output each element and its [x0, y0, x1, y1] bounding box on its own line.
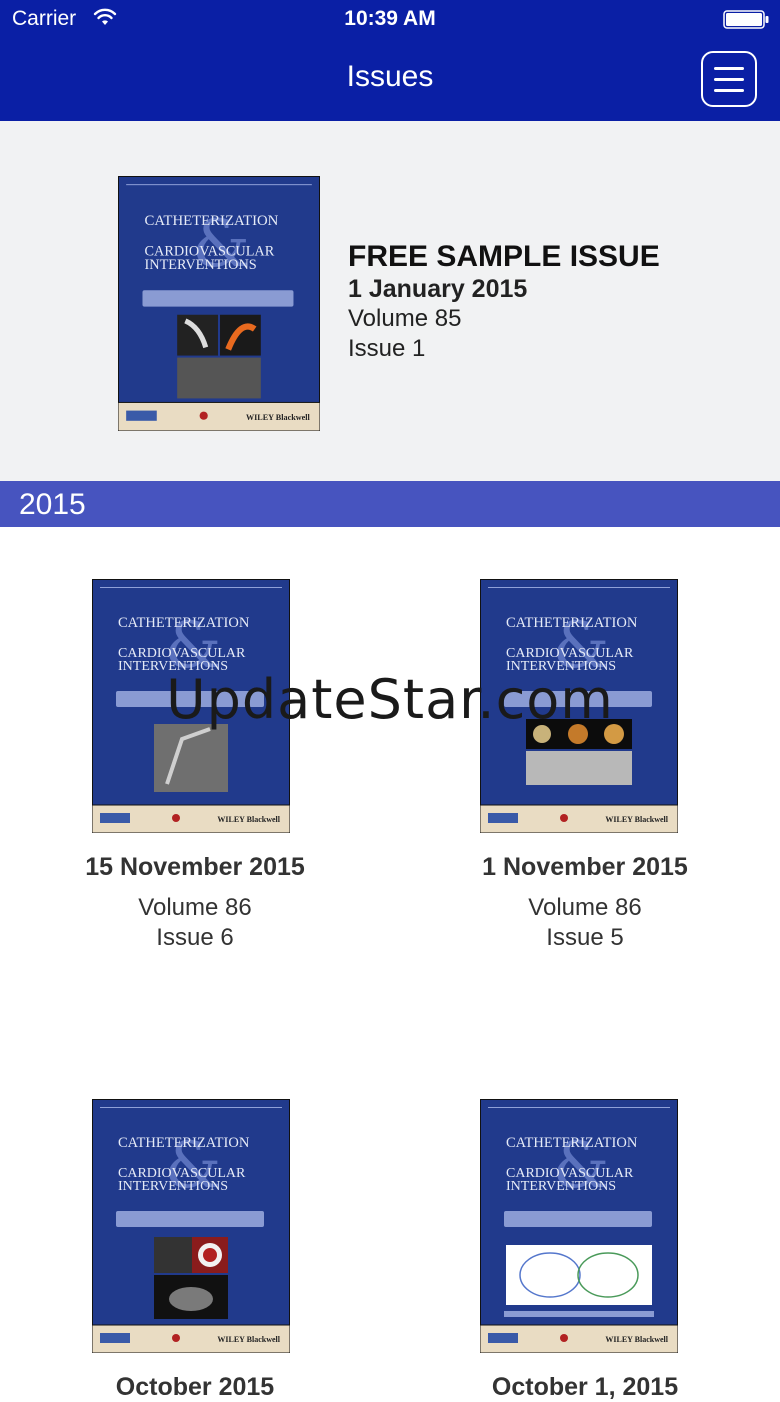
svg-text:WILEY Blackwell: WILEY Blackwell — [605, 815, 668, 824]
svg-text:CATHETERIZATION: CATHETERIZATION — [506, 1135, 638, 1151]
issue-volume: Volume 86 — [528, 894, 642, 921]
menu-button[interactable] — [701, 51, 757, 107]
issue-date: 15 November 2015 — [85, 853, 305, 881]
svg-text:CATHETERIZATION: CATHETERIZATION — [506, 615, 638, 631]
featured-issue[interactable]: & CATHETERIZATION CARDIOVASCULAR INTERVENTI… — [0, 121, 780, 481]
featured-issue-label: FREE SAMPLE ISSUE — [348, 240, 660, 273]
issue-card[interactable]: & CATHETERIZATION CARDIOVASCULAR INTERVENTI… — [390, 1047, 780, 1401]
battery-icon — [723, 10, 769, 29]
issue-number: Issue 5 — [546, 924, 624, 951]
svg-text:INTERVENTIONS: INTERVENTIONS — [145, 257, 257, 273]
issue-volume: Volume 86 — [138, 894, 252, 921]
issue-cover[interactable]: &CATHETERIZATIONCARDIOVASCULARINTERVENTI… — [480, 1099, 678, 1353]
year-section-header: 2015 — [0, 481, 780, 527]
issue-card[interactable]: & CATHETERIZATION CARDIOVASCULAR INTERVENTI… — [0, 527, 390, 1047]
featured-issue-volume: Volume 85 — [348, 305, 462, 332]
issue-date: 1 November 2015 — [482, 853, 688, 881]
issue-cover[interactable]: &CATHETERIZATIONCARDIOVASCULARINTERVENTI… — [92, 1099, 290, 1353]
svg-text:CATHETERIZATION: CATHETERIZATION — [145, 213, 279, 229]
issue-date: October 1, 2015 — [491, 1373, 679, 1401]
svg-text:WILEY Blackwell: WILEY Blackwell — [217, 815, 280, 824]
svg-text:WILEY Blackwell: WILEY Blackwell — [217, 1335, 280, 1344]
issue-card[interactable]: & CATHETERIZATION CARDIOVASCULAR INTERVENTI… — [390, 527, 780, 1047]
issue-number: Issue 6 — [156, 924, 234, 951]
issue-card[interactable]: & CATHETERIZATION CARDIOVASCULAR INTERVENTI… — [0, 1047, 390, 1401]
svg-text:CATHETERIZATION: CATHETERIZATION — [118, 615, 250, 631]
issue-date: October 2015 — [115, 1373, 275, 1401]
page-title: Issues — [346, 60, 434, 93]
svg-text:INTERVENTIONS: INTERVENTIONS — [118, 1179, 228, 1194]
svg-text:INTERVENTIONS: INTERVENTIONS — [506, 1179, 616, 1194]
svg-text:WILEY Blackwell: WILEY Blackwell — [605, 1335, 668, 1344]
year-label: 2015 — [19, 488, 86, 521]
featured-issue-cover[interactable]: &CATHETERIZATIONCARDIOVASCULARINTERVENTI… — [118, 176, 320, 431]
watermark: UpdateStar.com — [166, 668, 614, 731]
featured-issue-date: 1 January 2015 — [348, 275, 528, 303]
navigation-bar: Carrier 10:39 AM Issues — [0, 0, 780, 121]
status-bar: Carrier 10:39 AM — [0, 0, 780, 40]
svg-text:WILEY Blackwell: WILEY Blackwell — [246, 413, 311, 422]
svg-text:CATHETERIZATION: CATHETERIZATION — [118, 1135, 250, 1151]
featured-issue-number: Issue 1 — [348, 335, 426, 362]
status-time: 10:39 AM — [344, 7, 436, 30]
featured-issue-info: FREE SAMPLE ISSUE 1 January 2015 Volume … — [348, 240, 768, 364]
